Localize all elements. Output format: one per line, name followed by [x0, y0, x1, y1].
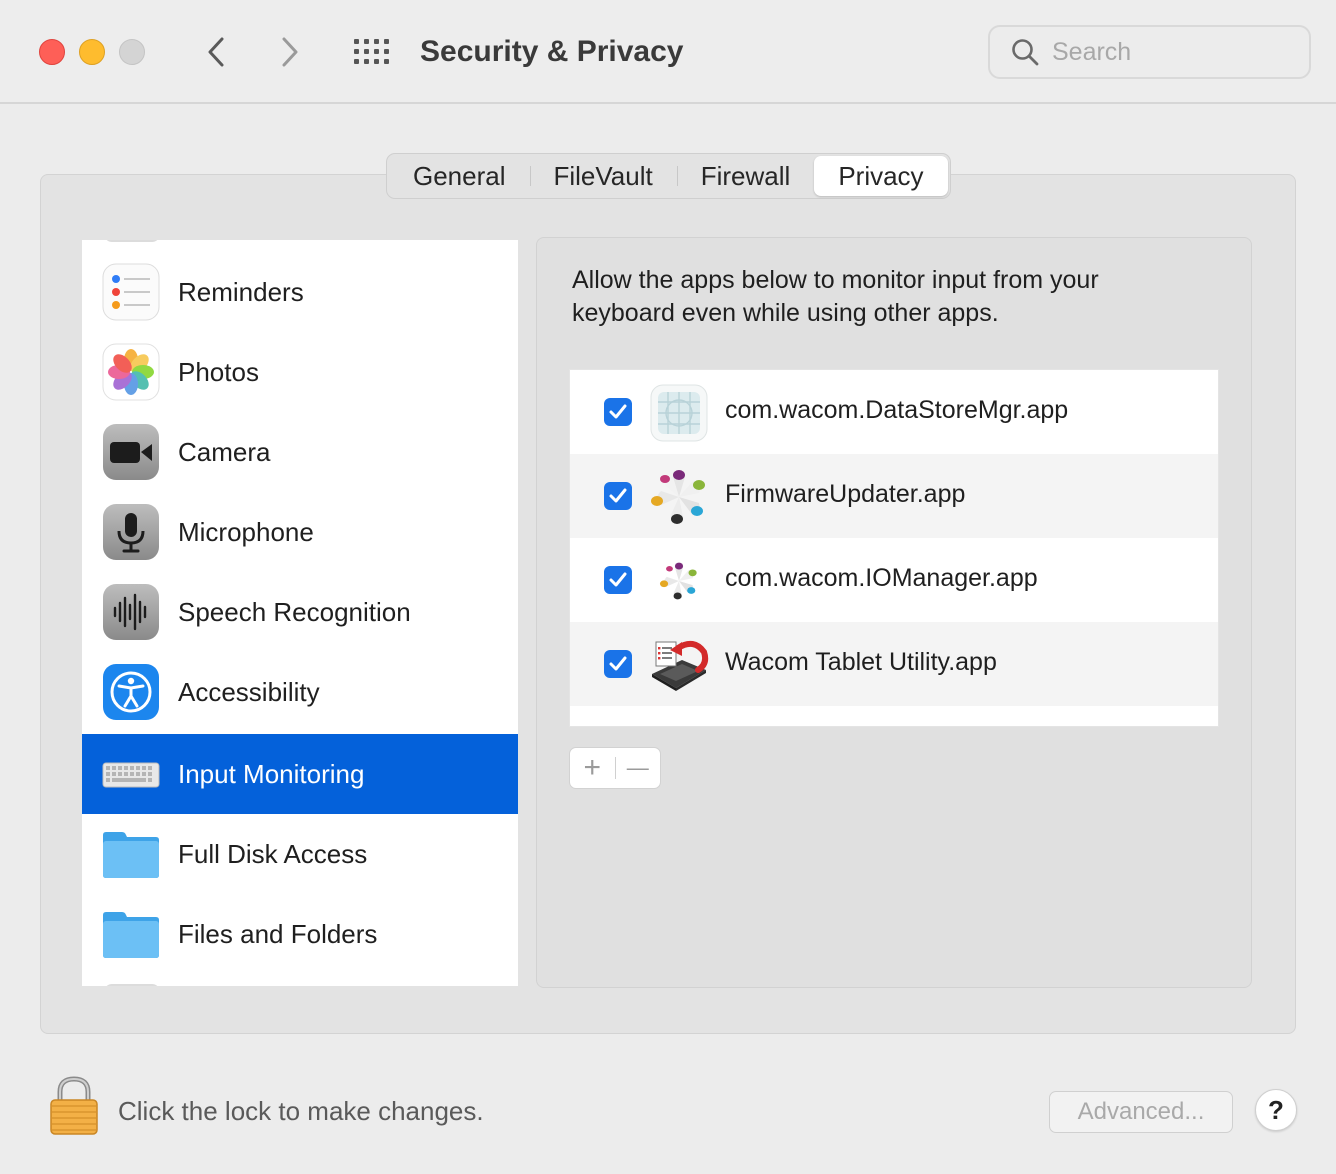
lock-icon[interactable]: [48, 1076, 100, 1136]
zoom-window-button[interactable]: [119, 39, 145, 65]
sidebar-item-microphone[interactable]: Microphone: [82, 492, 518, 572]
camera-icon: [103, 424, 159, 480]
remove-app-button[interactable]: —: [615, 748, 660, 788]
add-remove-control: + —: [569, 747, 661, 789]
app-checkbox[interactable]: [604, 482, 632, 510]
toolbar: Security & Privacy: [0, 0, 1336, 104]
sidebar-item-full-disk-access[interactable]: Full Disk Access: [82, 814, 518, 894]
sidebar-item-label: Files and Folders: [178, 918, 378, 949]
microphone-icon: [103, 504, 159, 560]
sidebar-item-files-and-folders[interactable]: Files and Folders: [82, 894, 518, 974]
folder-icon: [103, 832, 159, 878]
app-name: com.wacom.DataStoreMgr.app: [725, 396, 1069, 424]
chevron-left-icon: [208, 37, 224, 67]
help-button[interactable]: ?: [1255, 1089, 1297, 1131]
security-privacy-window: Security & Privacy General FileVault Fir…: [0, 0, 1336, 1174]
table-row[interactable]: FirmwareUpdater.app: [570, 454, 1218, 538]
keyboard-icon: [102, 762, 160, 788]
table-row[interactable]: Wacom Tablet Utility.app: [570, 622, 1218, 706]
app-checkbox[interactable]: [604, 566, 632, 594]
sidebar-item-accessibility[interactable]: Accessibility: [82, 652, 518, 732]
tab-filevault[interactable]: FileVault: [529, 156, 677, 196]
checkmark-icon: [609, 488, 627, 503]
reminders-icon: [102, 263, 160, 321]
waveform-icon: [103, 584, 159, 640]
sidebar-item-label: Microphone: [178, 516, 314, 547]
photos-icon: [102, 343, 160, 401]
partial-list-item-icon: [104, 984, 160, 986]
tab-general[interactable]: General: [389, 156, 530, 196]
sidebar-item-camera[interactable]: Camera: [82, 412, 518, 492]
table-row[interactable]: com.wacom.DataStoreMgr.app: [570, 370, 1218, 454]
sidebar-item-label: Input Monitoring: [178, 758, 365, 789]
tablet-utility-icon: [652, 640, 709, 691]
lock-message: Click the lock to make changes.: [118, 1096, 484, 1126]
tab-bar: General FileVault Firewall Privacy: [386, 153, 951, 199]
allowed-apps-list[interactable]: com.wacom.DataStoreMgr.app FirmwareUpdat…: [569, 369, 1219, 727]
search-field[interactable]: [988, 25, 1311, 79]
checkmark-icon: [609, 572, 627, 587]
sidebar-item-label: Full Disk Access: [178, 838, 368, 869]
show-all-button[interactable]: [350, 32, 394, 72]
tab-firewall[interactable]: Firewall: [676, 156, 815, 196]
sidebar-item-label: Camera: [178, 436, 271, 467]
accessibility-icon: [103, 664, 159, 720]
sidebar-item-photos[interactable]: Photos: [82, 332, 518, 412]
app-checkbox[interactable]: [604, 398, 632, 426]
sidebar-item-label: Reminders: [178, 276, 304, 307]
privacy-category-list[interactable]: Reminders Photos Camera Microphone Speec…: [82, 240, 518, 986]
partial-list-item-icon: [104, 240, 160, 242]
grid-icon: [354, 39, 389, 64]
tab-privacy[interactable]: Privacy: [814, 156, 948, 196]
app-name: com.wacom.IOManager.app: [725, 564, 1038, 592]
search-icon: [1010, 37, 1040, 67]
wacom-pinwheel-small-icon: [659, 562, 697, 600]
folder-icon: [103, 912, 159, 958]
advanced-button[interactable]: Advanced...: [1049, 1091, 1233, 1133]
wacom-pinwheel-icon: [651, 470, 705, 524]
back-button[interactable]: [196, 32, 236, 72]
table-row[interactable]: com.wacom.IOManager.app: [570, 538, 1218, 622]
checkmark-icon: [609, 656, 627, 671]
sidebar-item-label: Speech Recognition: [178, 596, 411, 627]
sidebar-item-label: Accessibility: [178, 676, 320, 707]
sidebar-item-input-monitoring[interactable]: Input Monitoring: [82, 734, 518, 814]
window-title: Security & Privacy: [420, 35, 684, 68]
sidebar-item-label: Photos: [178, 356, 259, 387]
forward-button[interactable]: [270, 32, 310, 72]
minimize-window-button[interactable]: [79, 39, 105, 65]
app-checkbox[interactable]: [604, 650, 632, 678]
sidebar-item-reminders[interactable]: Reminders: [82, 252, 518, 332]
sidebar-item-speech-recognition[interactable]: Speech Recognition: [82, 572, 518, 652]
search-input[interactable]: [1052, 37, 1292, 67]
add-app-button[interactable]: +: [570, 748, 615, 788]
grid-app-icon: [650, 384, 708, 442]
chevron-right-icon: [282, 37, 298, 67]
app-name: Wacom Tablet Utility.app: [725, 648, 997, 676]
input-monitoring-description: Allow the apps below to monitor input fr…: [572, 266, 1099, 327]
app-name: FirmwareUpdater.app: [725, 480, 966, 508]
close-window-button[interactable]: [39, 39, 65, 65]
checkmark-icon: [609, 404, 627, 419]
